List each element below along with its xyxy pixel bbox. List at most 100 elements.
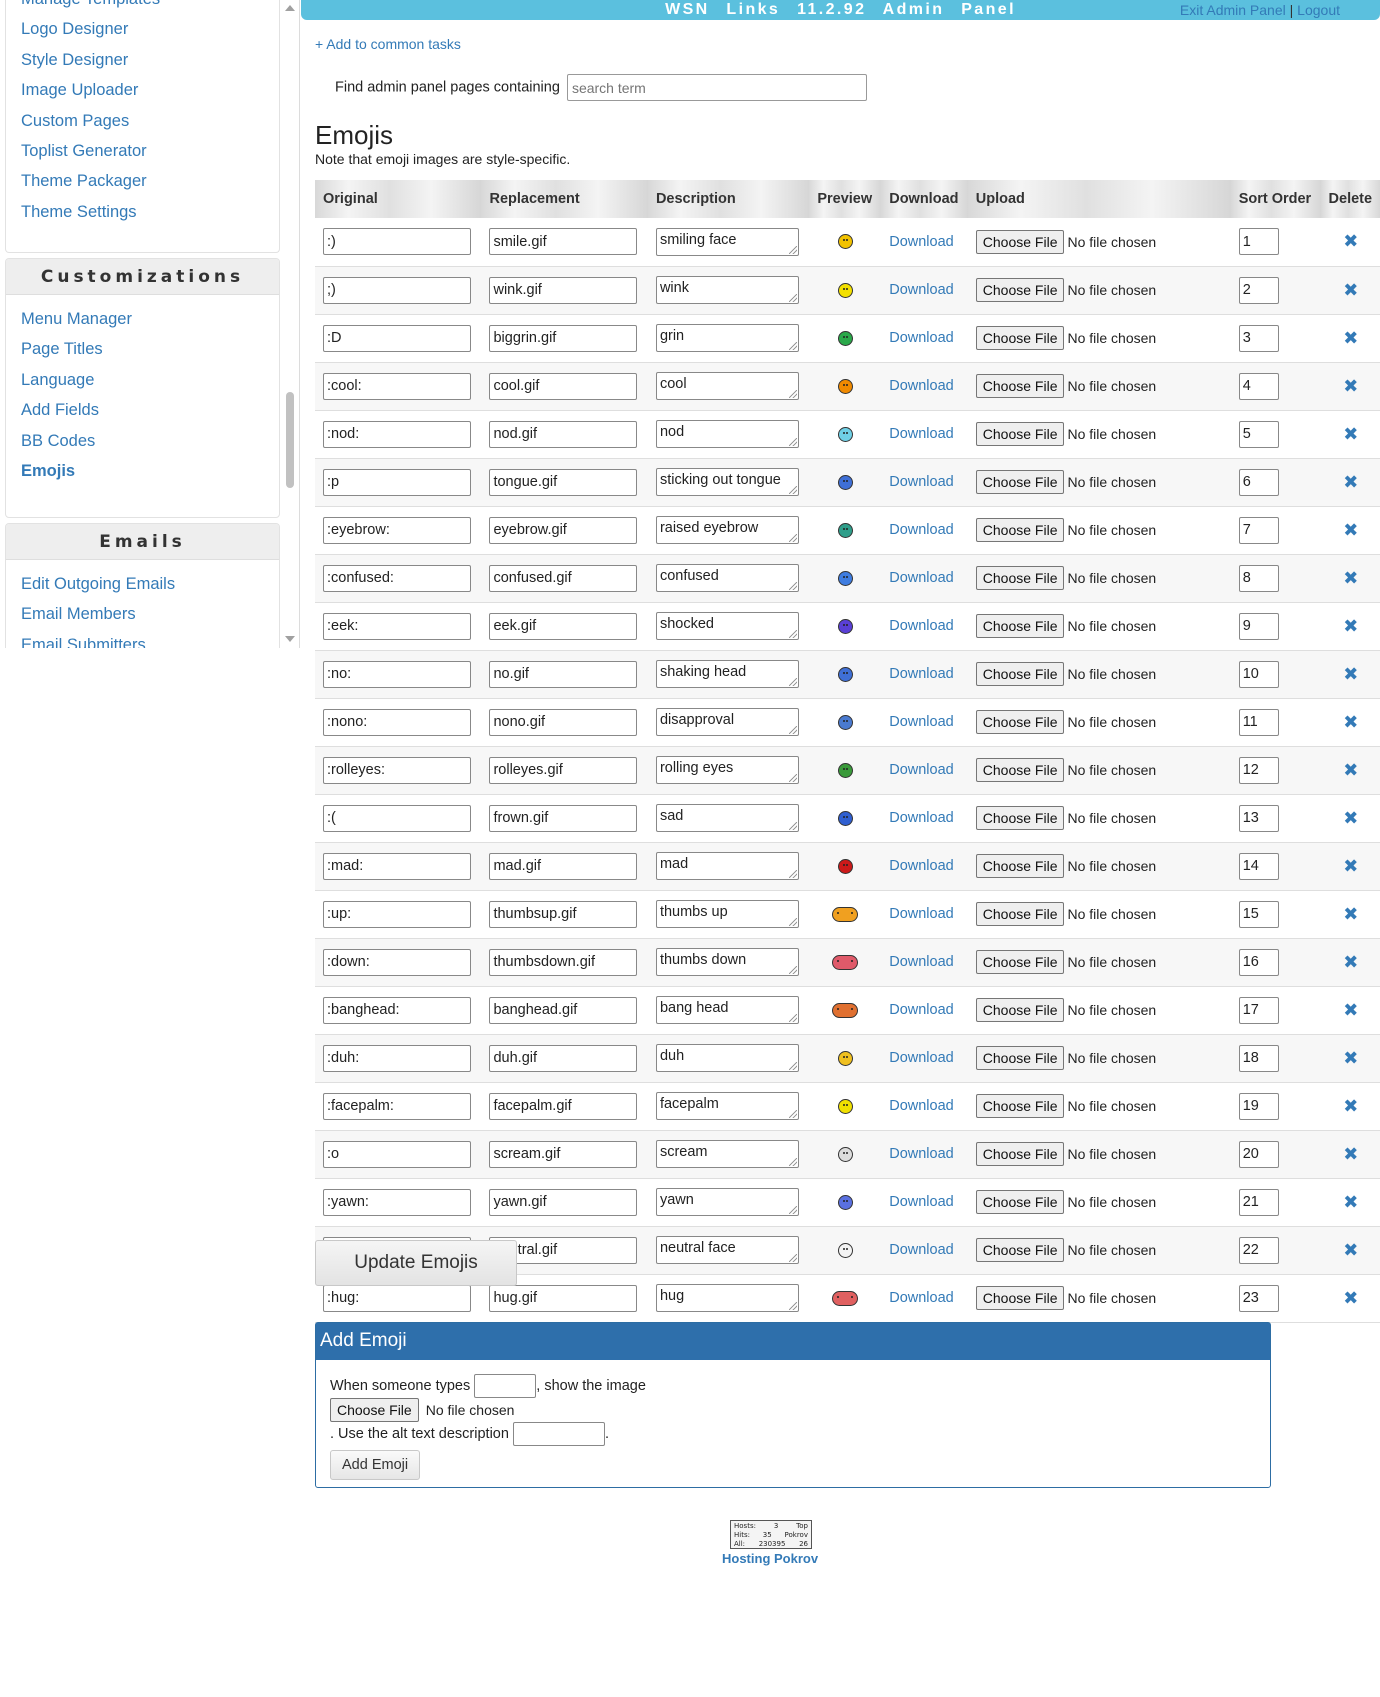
delete-x-icon[interactable]: ✖ <box>1343 568 1358 588</box>
sidebar-link[interactable]: Style Designer <box>21 51 128 69</box>
original-input[interactable] <box>323 612 471 640</box>
download-link[interactable]: Download <box>889 426 954 442</box>
description-textarea[interactable]: facepalm <box>655 1092 799 1120</box>
sort-order-input[interactable] <box>1238 756 1279 784</box>
sort-order-input[interactable] <box>1238 852 1279 880</box>
sort-order-input[interactable] <box>1238 420 1279 448</box>
choose-file-button[interactable]: Choose File <box>975 854 1065 878</box>
choose-file-button[interactable]: Choose File <box>975 278 1065 302</box>
original-input[interactable] <box>323 1044 471 1072</box>
replacement-input[interactable] <box>489 900 638 928</box>
description-textarea[interactable]: neutral face <box>655 1236 799 1264</box>
delete-x-icon[interactable]: ✖ <box>1343 1288 1358 1308</box>
replacement-input[interactable] <box>489 1284 638 1312</box>
delete-x-icon[interactable]: ✖ <box>1343 1144 1358 1164</box>
resize-grip-icon[interactable] <box>788 1158 797 1166</box>
delete-x-icon[interactable]: ✖ <box>1343 664 1358 684</box>
original-input[interactable] <box>323 228 471 256</box>
new-emoji-code-input[interactable] <box>474 1374 537 1398</box>
choose-file-button[interactable]: Choose File <box>975 614 1065 638</box>
resize-grip-icon[interactable] <box>788 534 797 542</box>
description-textarea[interactable]: sticking out tongue <box>655 468 799 496</box>
choose-file-button[interactable]: Choose File <box>975 1286 1065 1310</box>
original-input[interactable] <box>323 324 471 352</box>
original-input[interactable] <box>323 276 471 304</box>
choose-file-button[interactable]: Choose File <box>975 326 1065 350</box>
sort-order-input[interactable] <box>1238 324 1279 352</box>
delete-x-icon[interactable]: ✖ <box>1343 808 1358 828</box>
download-link[interactable]: Download <box>889 1194 954 1210</box>
sort-order-input[interactable] <box>1238 1092 1279 1120</box>
sort-order-input[interactable] <box>1238 1236 1279 1264</box>
logout-link[interactable]: Logout <box>1297 2 1340 18</box>
choose-file-button[interactable]: Choose File <box>975 1238 1065 1262</box>
download-link[interactable]: Download <box>889 234 954 250</box>
original-input[interactable] <box>323 1188 471 1216</box>
hosting-pokrov-link[interactable]: Hosting Pokrov <box>722 1551 818 1566</box>
description-textarea[interactable]: duh <box>655 1044 799 1072</box>
sidebar-link[interactable]: Add Fields <box>21 401 99 419</box>
sort-order-input[interactable] <box>1238 564 1279 592</box>
delete-x-icon[interactable]: ✖ <box>1343 1240 1358 1260</box>
sort-order-input[interactable] <box>1238 612 1279 640</box>
description-textarea[interactable]: mad <box>655 852 799 880</box>
download-link[interactable]: Download <box>889 474 954 490</box>
resize-grip-icon[interactable] <box>788 870 797 878</box>
description-textarea[interactable]: shaking head <box>655 660 799 688</box>
sort-order-input[interactable] <box>1238 1140 1279 1168</box>
description-textarea[interactable]: bang head <box>655 996 799 1024</box>
description-textarea[interactable]: raised eyebrow <box>655 516 799 544</box>
sort-order-input[interactable] <box>1238 1188 1279 1216</box>
description-textarea[interactable]: cool <box>655 372 799 400</box>
download-link[interactable]: Download <box>889 282 954 298</box>
resize-grip-icon[interactable] <box>788 918 797 926</box>
choose-file-button[interactable]: Choose File <box>975 998 1065 1022</box>
description-textarea[interactable]: grin <box>655 324 799 352</box>
download-link[interactable]: Download <box>889 618 954 634</box>
sort-order-input[interactable] <box>1238 1044 1279 1072</box>
sidebar-link[interactable]: Theme Packager <box>21 172 147 190</box>
delete-x-icon[interactable]: ✖ <box>1343 280 1358 300</box>
resize-grip-icon[interactable] <box>788 245 797 254</box>
download-link[interactable]: Download <box>889 330 954 346</box>
choose-file-button[interactable]: Choose File <box>975 902 1065 926</box>
description-textarea[interactable]: thumbs up <box>655 900 799 928</box>
resize-grip-icon[interactable] <box>788 390 797 398</box>
sidebar-link[interactable]: Logo Designer <box>21 20 128 38</box>
resize-grip-icon[interactable] <box>788 1206 797 1214</box>
replacement-input[interactable] <box>489 996 638 1024</box>
description-textarea[interactable]: sad <box>655 804 799 832</box>
resize-grip-icon[interactable] <box>788 1110 797 1118</box>
choose-file-button[interactable]: Choose File <box>975 566 1065 590</box>
sidebar-link[interactable]: Language <box>21 371 94 389</box>
sidebar-link[interactable]: Menu Manager <box>21 310 132 328</box>
replacement-input[interactable] <box>489 1092 638 1120</box>
resize-grip-icon[interactable] <box>788 678 797 686</box>
description-textarea[interactable]: thumbs down <box>655 948 799 976</box>
delete-x-icon[interactable]: ✖ <box>1343 712 1358 732</box>
choose-file-button[interactable]: Choose File <box>975 470 1065 494</box>
download-link[interactable]: Download <box>889 1242 954 1258</box>
sort-order-input[interactable] <box>1238 1284 1279 1312</box>
original-input[interactable] <box>323 420 471 448</box>
delete-x-icon[interactable]: ✖ <box>1343 424 1358 444</box>
original-input[interactable] <box>323 900 471 928</box>
add-emoji-button[interactable]: Add Emoji <box>330 1450 421 1480</box>
description-textarea[interactable]: shocked <box>655 612 799 640</box>
choose-file-button[interactable]: Choose File <box>975 1142 1065 1166</box>
download-link[interactable]: Download <box>889 714 954 730</box>
sort-order-input[interactable] <box>1238 996 1279 1024</box>
replacement-input[interactable] <box>489 420 638 448</box>
download-link[interactable]: Download <box>889 1098 954 1114</box>
scroll-down-arrow-icon[interactable] <box>285 636 295 642</box>
original-input[interactable] <box>323 804 471 832</box>
delete-x-icon[interactable]: ✖ <box>1343 1048 1358 1068</box>
download-link[interactable]: Download <box>889 954 954 970</box>
replacement-input[interactable] <box>489 1188 638 1216</box>
hit-counter-badge[interactable]: Hosts: 3 Top Hits: 35 Pokrov All: 230395 26 <box>730 1520 812 1549</box>
replacement-input[interactable] <box>489 564 638 592</box>
delete-x-icon[interactable]: ✖ <box>1343 856 1358 876</box>
description-textarea[interactable]: scream <box>655 1140 799 1168</box>
resize-grip-icon[interactable] <box>788 438 797 446</box>
admin-search-input[interactable] <box>566 74 867 101</box>
